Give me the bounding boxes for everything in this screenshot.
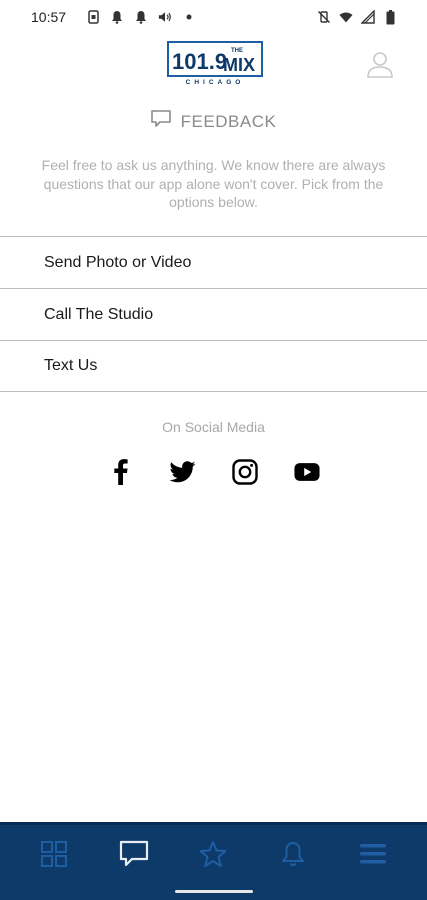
battery-icon — [383, 9, 397, 24]
feedback-options: Send Photo or Video Call The Studio Text… — [0, 236, 427, 392]
logo-frequency: 101.9 — [172, 49, 227, 74]
page-title: FEEDBACK — [0, 110, 427, 133]
status-right — [317, 9, 397, 24]
facebook-icon[interactable] — [108, 458, 134, 486]
star-icon[interactable] — [191, 832, 235, 876]
call-studio-button[interactable]: Call The Studio — [0, 288, 427, 340]
sim-card-icon — [86, 10, 100, 24]
vibrate-off-icon — [317, 10, 331, 24]
dot-icon — [182, 10, 196, 24]
social-label: On Social Media — [162, 419, 265, 435]
feedback-title-label: FEEDBACK — [180, 111, 277, 131]
logo-city: CHICAGO — [186, 79, 245, 86]
wifi-icon — [339, 10, 353, 24]
grid-icon[interactable] — [32, 832, 76, 876]
app-header: 101.9 THE MIX CHICAGO — [0, 34, 427, 94]
feedback-intro: Feel free to ask us anything. We know th… — [41, 157, 386, 210]
station-logo: 101.9 THE MIX CHICAGO — [167, 41, 263, 86]
logo-the: THE — [231, 48, 243, 54]
bell-icon[interactable] — [271, 832, 315, 876]
chat-icon — [150, 110, 171, 133]
status-bar: 10:57 — [0, 0, 427, 34]
notification-bell-icon — [110, 10, 124, 24]
chat-icon[interactable] — [112, 832, 156, 876]
home-indicator[interactable] — [175, 890, 253, 893]
volume-icon — [158, 10, 172, 24]
logo-name: MIX — [223, 55, 255, 75]
status-time: 10:57 — [31, 9, 67, 25]
social-links — [0, 458, 427, 486]
signal-icon — [361, 10, 375, 24]
user-icon[interactable] — [366, 50, 394, 78]
notification-bell-icon — [134, 10, 148, 24]
bottom-nav — [0, 822, 427, 900]
twitter-icon[interactable] — [169, 458, 196, 486]
instagram-icon[interactable] — [231, 458, 258, 486]
text-us-button[interactable]: Text Us — [0, 340, 427, 392]
youtube-icon[interactable] — [293, 458, 320, 486]
status-left: 10:57 — [31, 9, 196, 25]
send-photo-video-button[interactable]: Send Photo or Video — [0, 236, 427, 288]
menu-icon[interactable] — [351, 832, 395, 876]
